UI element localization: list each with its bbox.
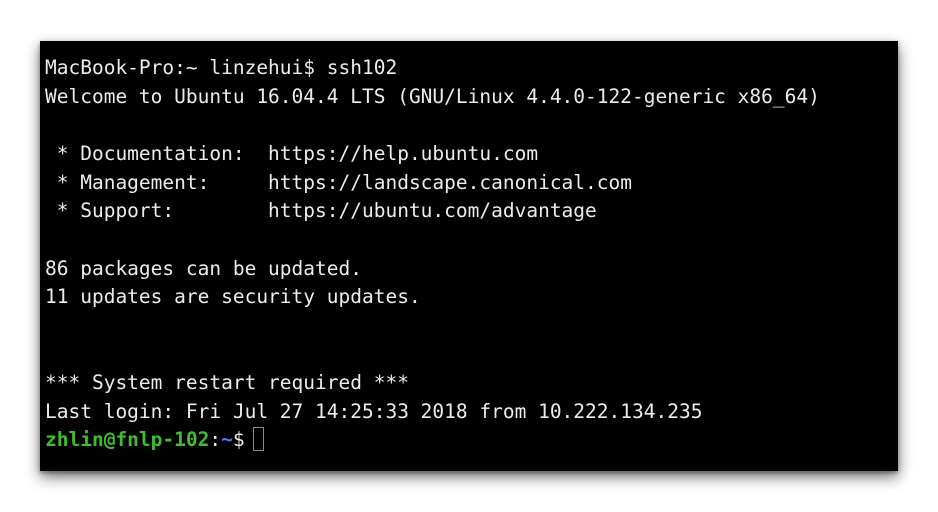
terminal-line-management: * Management: https://landscape.canonica… — [45, 171, 632, 194]
terminal-line-local-prompt: MacBook-Pro:~ linzehui$ ssh102 — [45, 56, 398, 79]
text-cursor[interactable] — [252, 427, 264, 451]
screenshot-stage: MacBook-Pro:~ linzehui$ ssh102 Welcome t… — [0, 0, 938, 512]
terminal-line-remote-prompt[interactable]: zhlin@fnlp-102:~$ — [45, 426, 264, 454]
terminal-line-last-login: Last login: Fri Jul 27 14:25:33 2018 fro… — [45, 400, 703, 423]
terminal-line-restart-required: *** System restart required *** — [45, 371, 409, 394]
prompt-path: ~ — [221, 428, 233, 451]
terminal-line-support: * Support: https://ubuntu.com/advantage — [45, 199, 597, 222]
prompt-user-host: zhlin@fnlp-102 — [45, 428, 210, 451]
prompt-symbol: $ — [232, 428, 245, 451]
terminal-line-packages: 86 packages can be updated. — [45, 257, 362, 280]
terminal-window[interactable]: MacBook-Pro:~ linzehui$ ssh102 Welcome t… — [40, 41, 898, 471]
terminal-line-documentation: * Documentation: https://help.ubuntu.com — [45, 142, 539, 165]
prompt-separator: : — [209, 428, 222, 451]
terminal-line-welcome: Welcome to Ubuntu 16.04.4 LTS (GNU/Linux… — [45, 85, 820, 108]
terminal-line-security-updates: 11 updates are security updates. — [45, 285, 421, 308]
